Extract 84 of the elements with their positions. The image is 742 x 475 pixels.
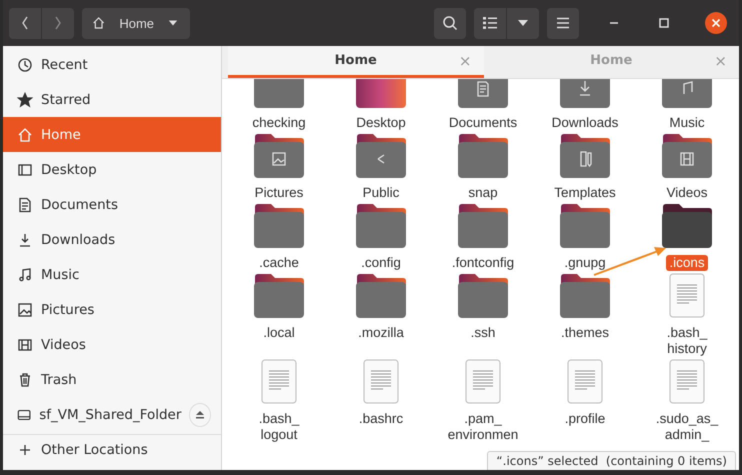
sidebar-item[interactable]: Pictures bbox=[3, 292, 221, 327]
file-name: Videos bbox=[665, 185, 709, 201]
folder-icon[interactable] bbox=[253, 273, 305, 319]
file-name: .local bbox=[262, 325, 296, 341]
other-locations-item[interactable]: Other Locations bbox=[3, 435, 221, 464]
sidebar-item[interactable]: Downloads bbox=[3, 222, 221, 257]
file-name: .bash_logout bbox=[258, 411, 300, 443]
folder-icon[interactable] bbox=[661, 133, 713, 179]
sidebar-item[interactable]: Home bbox=[3, 117, 221, 152]
folder-icon[interactable] bbox=[253, 133, 305, 179]
file-name: Pictures bbox=[254, 185, 304, 201]
file-name: .mozilla bbox=[357, 325, 405, 341]
star-icon bbox=[17, 92, 33, 108]
clock-icon bbox=[17, 56, 33, 72]
folder-icon[interactable] bbox=[457, 133, 509, 179]
caret-icon bbox=[168, 19, 178, 27]
view-options-button[interactable] bbox=[507, 8, 539, 38]
home-icon bbox=[17, 126, 33, 142]
folder-icon[interactable] bbox=[457, 273, 509, 319]
folder-icon[interactable] bbox=[253, 203, 305, 249]
file-name: Templates bbox=[553, 185, 617, 201]
file-name: .bash_history bbox=[666, 325, 708, 357]
file-name: .gnupg bbox=[563, 255, 607, 271]
chevron-right-icon bbox=[53, 15, 63, 31]
document-icon bbox=[17, 196, 33, 212]
close-icon bbox=[711, 18, 721, 28]
sidebar-item[interactable]: Music bbox=[3, 257, 221, 292]
desktop-icon bbox=[17, 162, 33, 178]
maximize-icon bbox=[659, 18, 669, 28]
picture-icon bbox=[17, 302, 33, 318]
file-name: .cache bbox=[258, 255, 300, 271]
menu-icon bbox=[556, 17, 570, 29]
download-icon bbox=[17, 232, 33, 248]
chevron-left-icon bbox=[20, 15, 30, 31]
file-name: .profile bbox=[564, 411, 606, 427]
home-icon bbox=[92, 15, 106, 31]
file-name: Music bbox=[668, 115, 706, 131]
folder-icon[interactable] bbox=[355, 273, 407, 319]
folder-icon[interactable] bbox=[355, 203, 407, 249]
tab[interactable]: Home × bbox=[228, 46, 484, 78]
minimize-icon bbox=[610, 22, 618, 24]
folder-icon[interactable] bbox=[355, 133, 407, 179]
folder-icon[interactable] bbox=[559, 273, 611, 319]
folder-icon[interactable] bbox=[661, 203, 713, 249]
folder-icon[interactable] bbox=[559, 203, 611, 249]
sidebar-item[interactable]: sf_VM_Shared_Folder bbox=[3, 397, 221, 432]
file-name: checking bbox=[251, 115, 307, 131]
search-button[interactable] bbox=[434, 8, 466, 38]
music-icon bbox=[17, 266, 33, 282]
sidebar-item[interactable]: Desktop bbox=[3, 152, 221, 187]
file-name: Desktop bbox=[355, 115, 407, 131]
file-name: .sudo_as_admin_ bbox=[654, 411, 720, 443]
sidebar-item[interactable]: Starred bbox=[3, 82, 221, 117]
file-name: .pam_environmen bbox=[446, 411, 520, 443]
file-name: Documents bbox=[448, 115, 518, 131]
trash-icon bbox=[17, 372, 33, 388]
status-message: “.icons” selected (containing 0 items) bbox=[487, 451, 736, 470]
sidebar-item[interactable]: Trash bbox=[3, 362, 221, 397]
search-icon bbox=[442, 15, 458, 31]
sidebar-item[interactable]: Videos bbox=[3, 327, 221, 362]
file-name: .config bbox=[360, 255, 402, 271]
sidebar-item[interactable]: Recent bbox=[3, 47, 221, 82]
file-name: .fontconfig bbox=[450, 255, 516, 271]
close-button[interactable] bbox=[705, 12, 727, 34]
sidebar-item[interactable]: Documents bbox=[3, 187, 221, 222]
film-icon bbox=[17, 336, 33, 352]
file-name: Downloads bbox=[550, 115, 620, 131]
folder-icon[interactable] bbox=[559, 133, 611, 179]
eject-button[interactable] bbox=[189, 402, 211, 426]
list-view-button[interactable] bbox=[474, 8, 506, 38]
file-name: Public bbox=[362, 185, 400, 201]
back-button[interactable] bbox=[9, 8, 41, 38]
file-name: .themes bbox=[560, 325, 610, 341]
list-icon bbox=[482, 16, 498, 30]
file-name: snap bbox=[467, 185, 499, 201]
file-name: .icons bbox=[666, 255, 708, 271]
file-name: .ssh bbox=[470, 325, 496, 341]
eject-icon bbox=[195, 410, 206, 419]
folder-icon[interactable] bbox=[457, 203, 509, 249]
plus-icon bbox=[20, 444, 30, 454]
path-button[interactable]: Home bbox=[82, 8, 190, 38]
file-name: .bashrc bbox=[358, 411, 404, 427]
caret-icon bbox=[517, 19, 529, 27]
menu-button[interactable] bbox=[547, 8, 579, 38]
